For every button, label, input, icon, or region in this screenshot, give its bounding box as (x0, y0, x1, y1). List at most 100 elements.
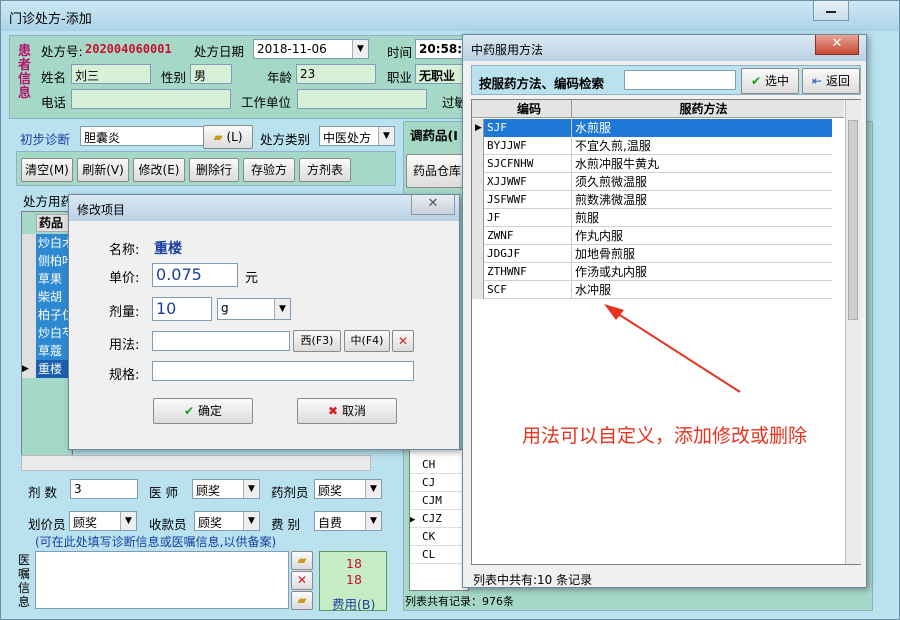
phone-field[interactable] (71, 89, 231, 109)
formula-button[interactable]: 方剂表 (299, 158, 351, 182)
west-usage-button[interactable]: 西(F3) (293, 330, 341, 352)
code-row[interactable]: CJM (410, 492, 468, 510)
work-field[interactable] (297, 89, 427, 109)
dispenser-select[interactable]: 顾奖 ▼ (314, 479, 382, 499)
code-row[interactable]: CL (410, 546, 468, 564)
date-picker[interactable]: 2018-11-06 ▼ (253, 39, 369, 59)
delete-x-icon[interactable]: ✕ (291, 571, 313, 590)
close-icon[interactable]: ✕ (815, 35, 859, 55)
rx-hscrollbar[interactable] (21, 455, 371, 471)
exit-icon: ⇤ (812, 74, 823, 88)
dose-field[interactable]: 3 (70, 479, 138, 499)
job-field[interactable]: 无职业 (415, 64, 467, 84)
scroll-thumb[interactable] (848, 120, 858, 320)
minimize-button[interactable] (813, 1, 849, 21)
back-button[interactable]: ⇤ 返回 (802, 68, 860, 94)
fee-button[interactable]: 费用(B) (332, 594, 375, 613)
fee-type-select[interactable]: 自费 ▼ (314, 511, 382, 531)
confirm-button[interactable]: ✔ 确定 (153, 398, 253, 424)
rx-row[interactable]: 草蔻 (22, 342, 72, 360)
usage-search-label: 按服药方法、编码检索 (479, 76, 605, 91)
clear-usage-x-icon[interactable]: ✕ (392, 330, 414, 352)
job-label: 职业 (387, 70, 413, 85)
rx-row[interactable]: 炒白术 (22, 234, 72, 252)
usage-method: 不宜久煎,温服 (575, 139, 651, 153)
qty-unit-select[interactable]: g ▼ (217, 298, 291, 320)
save-rx-button[interactable]: 存验方 (243, 158, 295, 182)
usage-row[interactable]: SJCFNHW 水煎冲服牛黄丸 (472, 155, 832, 173)
close-icon[interactable]: ✕ (411, 195, 455, 215)
rx-tab[interactable]: 处方用药 (23, 191, 73, 210)
age-field[interactable]: 23 (296, 64, 376, 84)
spec-field[interactable] (152, 361, 414, 381)
row-indicator (472, 155, 484, 173)
advice-textarea[interactable] (35, 551, 289, 609)
usage-row[interactable]: XJJWWF 须久煎微温服 (472, 173, 832, 191)
code-row[interactable]: CJ (410, 474, 468, 492)
arrow-line (611, 309, 741, 393)
item-name-label: 名称: (109, 243, 140, 258)
code-row[interactable]: ▶ CJZ (410, 510, 468, 528)
rx-type-select[interactable]: 中医处方 ▼ (319, 126, 395, 146)
usage-code: XJJWWF (484, 173, 572, 191)
edit-dialog: 修改项目 ✕ 名称: 重楼 单价: 0.075 元 剂量: 10 g ▼ 用法: … (68, 194, 460, 450)
x-icon: ✖ (328, 404, 339, 418)
edit-button[interactable]: 修改(E) (133, 158, 185, 182)
qty-field[interactable]: 10 (152, 297, 212, 321)
usage-row[interactable]: ZWNF 作丸内服 (472, 227, 832, 245)
fee-mid: 18 (346, 572, 362, 587)
rx-row[interactable]: ▶ 重楼 (22, 360, 72, 378)
code-value: CK (422, 530, 436, 543)
usage-field[interactable] (152, 331, 290, 351)
usage-method: 须久煎微温服 (575, 175, 648, 189)
edit-dialog-title: 修改项目 (77, 203, 126, 217)
name-field[interactable]: 刘三 (71, 64, 151, 84)
code-row[interactable]: CK (410, 528, 468, 546)
usage-row[interactable]: JSFWWF 煎数沸微温服 (472, 191, 832, 209)
usage-row[interactable]: BYJJWF 不宜久煎,温服 (472, 137, 832, 155)
open-folder-icon[interactable]: ▰ (291, 551, 313, 570)
pricer-select[interactable]: 顾奖 ▼ (69, 511, 137, 531)
cashier-select[interactable]: 顾奖 ▼ (194, 511, 260, 531)
time-field[interactable]: 20:58: (415, 39, 467, 59)
rx-row[interactable]: 柴胡 (22, 288, 72, 306)
usage-search-input[interactable] (624, 70, 736, 90)
usage-row[interactable]: JDGJF 加地骨煎服 (472, 245, 832, 263)
col-code: 编码 (484, 100, 572, 118)
doctor-select[interactable]: 顾奖 ▼ (192, 479, 260, 499)
chinese-usage-button[interactable]: 中(F4) (344, 330, 390, 352)
refresh-button[interactable]: 刷新(V) (77, 158, 129, 182)
code-value: CJM (422, 494, 442, 507)
usage-code: SCF (484, 281, 572, 299)
cancel-button[interactable]: ✖ 取消 (297, 398, 397, 424)
rx-row[interactable]: 侧柏叶 (22, 252, 72, 270)
save-folder-icon[interactable]: ▰ (291, 591, 313, 610)
delete-row-button[interactable]: 删除行 (189, 158, 239, 182)
rx-row[interactable]: 草果 (22, 270, 72, 288)
open-diagnosis-button[interactable]: ▰ (L) (203, 125, 253, 149)
rx-row[interactable]: 柏子仁 (22, 306, 72, 324)
dose-label: 剂 数 (28, 485, 57, 500)
code-row[interactable]: CH (410, 456, 468, 474)
work-label: 工作单位 (241, 95, 292, 110)
rx-drug-name: 柏子仁 (36, 306, 72, 324)
code-value: CL (422, 548, 436, 561)
sex-field[interactable]: 男 (190, 64, 232, 84)
chevron-down-icon: ▼ (365, 512, 381, 530)
price-field[interactable]: 0.075 (152, 263, 238, 287)
chevron-down-icon: ▼ (365, 480, 381, 498)
usage-method: 煎服 (575, 211, 600, 225)
usage-code: ZTHWNF (484, 263, 572, 281)
usage-row[interactable]: JF 煎服 (472, 209, 832, 227)
usage-vscrollbar[interactable] (845, 100, 861, 564)
usage-row[interactable]: ZTHWNF 作汤或丸内服 (472, 263, 832, 281)
diagnosis-field[interactable]: 胆囊炎 (80, 126, 204, 146)
date-value: 2018-11-06 (257, 42, 327, 56)
usage-row[interactable]: ▶ SJF 水煎服 (472, 119, 832, 137)
clear-button[interactable]: 清空(M) (21, 158, 73, 182)
drug-panel-footer: 列表共有记录：976条 (405, 595, 514, 608)
pricer-label: 划价员 (28, 517, 66, 532)
select-button[interactable]: ✔ 选中 (741, 68, 799, 94)
warehouse-tab[interactable]: 药品仓库 (406, 154, 468, 188)
rx-row[interactable]: 炒白芍 (22, 324, 72, 342)
